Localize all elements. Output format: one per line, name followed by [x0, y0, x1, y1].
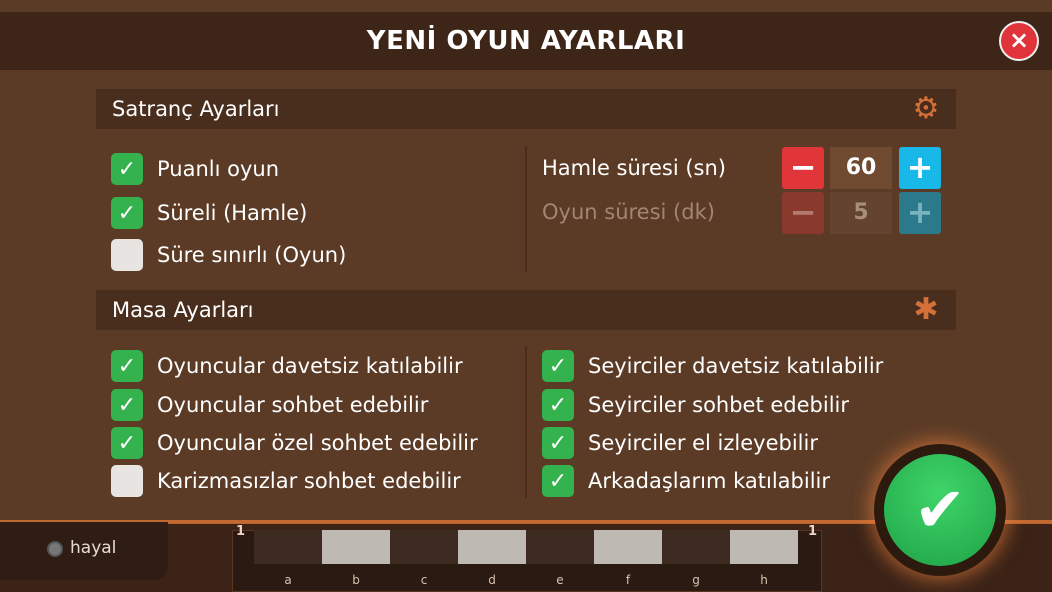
checkbox-rated-game[interactable]: ✓ Puanlı oyun [111, 152, 279, 186]
checkbox-label: Seyirciler sohbet edebilir [588, 393, 850, 417]
column-divider [525, 346, 527, 498]
move-time-decrease-button[interactable]: − [782, 147, 824, 189]
board-square [254, 530, 322, 564]
check-icon: ✓ [548, 353, 568, 379]
checkbox-label: Oyuncular özel sohbet edebilir [157, 431, 478, 455]
checkbox-players-private-chat[interactable]: ✓ Oyuncular özel sohbet edebilir [111, 426, 478, 460]
close-button[interactable]: × [999, 21, 1039, 61]
checkbox-label: Oyuncular sohbet edebilir [157, 393, 429, 417]
move-time-value: 60 [830, 147, 892, 189]
board-square [730, 530, 798, 564]
file-label: d [488, 573, 496, 587]
board-square [526, 530, 594, 564]
check-icon: ✓ [117, 392, 137, 418]
file-label: h [760, 573, 768, 587]
check-icon: ✓ [117, 430, 137, 456]
checkbox-checked[interactable]: ✓ [542, 389, 574, 421]
checkbox-time-limited-game[interactable]: Süre sınırlı (Oyun) [111, 238, 346, 272]
checkbox-friends-join[interactable]: ✓ Arkadaşlarım katılabilir [542, 464, 830, 498]
game-time-decrease-button[interactable]: − [782, 192, 824, 234]
minus-icon: − [789, 148, 817, 186]
player-status-icon [47, 541, 63, 557]
checkbox-players-join-uninvited[interactable]: ✓ Oyuncular davetsiz katılabilir [111, 349, 463, 383]
checkbox-checked[interactable]: ✓ [111, 153, 143, 185]
board-square [594, 530, 662, 564]
new-game-settings-modal: YENİ OYUN AYARLARI × Satranç Ayarları ⚙ … [0, 0, 1052, 522]
board-square [322, 530, 390, 564]
check-icon: ✓ [117, 156, 137, 182]
player-name: hayal [70, 538, 117, 558]
checkbox-checked[interactable]: ✓ [542, 465, 574, 497]
checkbox-checked[interactable]: ✓ [542, 350, 574, 382]
table-settings-icon[interactable]: ✱ [910, 294, 942, 326]
checkmark-icon: ✔ [914, 473, 966, 546]
checkbox-uncharismatic-chat[interactable]: Karizmasızlar sohbet edebilir [111, 464, 461, 498]
checkbox-label: Seyirciler el izleyebilir [588, 431, 818, 455]
close-icon: × [1008, 26, 1030, 54]
check-icon: ✓ [117, 353, 137, 379]
check-icon: ✓ [548, 468, 568, 494]
checkbox-checked[interactable]: ✓ [111, 427, 143, 459]
modal-title: YENİ OYUN AYARLARI [366, 26, 686, 56]
table-settings-header: Masa Ayarları ✱ [96, 290, 956, 330]
checkbox-checked[interactable]: ✓ [111, 389, 143, 421]
check-icon: ✓ [117, 200, 137, 226]
game-time-value: 5 [830, 192, 892, 234]
checkbox-checked[interactable]: ✓ [542, 427, 574, 459]
board-square [458, 530, 526, 564]
checkbox-label: Arkadaşlarım katılabilir [588, 469, 831, 493]
checkbox-label: Süreli (Hamle) [157, 201, 308, 225]
checkbox-label: Karizmasızlar sohbet edebilir [157, 469, 461, 493]
board-squares [254, 530, 798, 564]
file-label: g [692, 573, 700, 587]
checkbox-label: Puanlı oyun [157, 157, 280, 181]
game-time-label: Oyun süresi (dk) [542, 200, 715, 224]
file-label: e [556, 573, 564, 587]
chess-settings-header: Satranç Ayarları ⚙ [96, 89, 956, 129]
checkbox-label: Oyuncular davetsiz katılabilir [157, 354, 463, 378]
file-label: a [284, 573, 292, 587]
checkbox-checked[interactable]: ✓ [111, 350, 143, 382]
checkbox-label: Süre sınırlı (Oyun) [157, 243, 347, 267]
rank-label-left: 1 [236, 524, 246, 539]
file-labels: a b c d e f g h [254, 573, 798, 587]
checkbox-checked[interactable]: ✓ [111, 197, 143, 229]
file-label: f [625, 573, 631, 587]
confirm-button[interactable]: ✔ [884, 454, 996, 566]
minus-icon: − [789, 193, 817, 231]
rank-label-right: 1 [808, 524, 818, 539]
column-divider [525, 146, 527, 272]
checkbox-spectators-watch-hand[interactable]: ✓ Seyirciler el izleyebilir [542, 426, 818, 460]
plus-icon: + [906, 148, 934, 186]
checkbox-players-chat[interactable]: ✓ Oyuncular sohbet edebilir [111, 388, 428, 422]
plus-icon: + [906, 193, 934, 231]
checkbox-unchecked[interactable] [111, 239, 143, 271]
check-icon: ✓ [548, 392, 568, 418]
board-square [390, 530, 458, 564]
game-time-increase-button[interactable]: + [899, 192, 941, 234]
board-square [662, 530, 730, 564]
gear-icon[interactable]: ⚙ [910, 93, 942, 125]
checkbox-spectators-join-uninvited[interactable]: ✓ Seyirciler davetsiz katılabilir [542, 349, 883, 383]
file-label: b [352, 573, 360, 587]
move-time-increase-button[interactable]: + [899, 147, 941, 189]
table-settings-title: Masa Ayarları [112, 298, 254, 322]
move-time-label: Hamle süresi (sn) [542, 156, 726, 180]
chess-settings-title: Satranç Ayarları [112, 97, 280, 121]
checkbox-spectators-chat[interactable]: ✓ Seyirciler sohbet edebilir [542, 388, 849, 422]
file-label: c [420, 573, 428, 587]
checkbox-timed-move[interactable]: ✓ Süreli (Hamle) [111, 196, 307, 230]
checkbox-label: Seyirciler davetsiz katılabilir [588, 354, 884, 378]
checkbox-unchecked[interactable] [111, 465, 143, 497]
check-icon: ✓ [548, 430, 568, 456]
